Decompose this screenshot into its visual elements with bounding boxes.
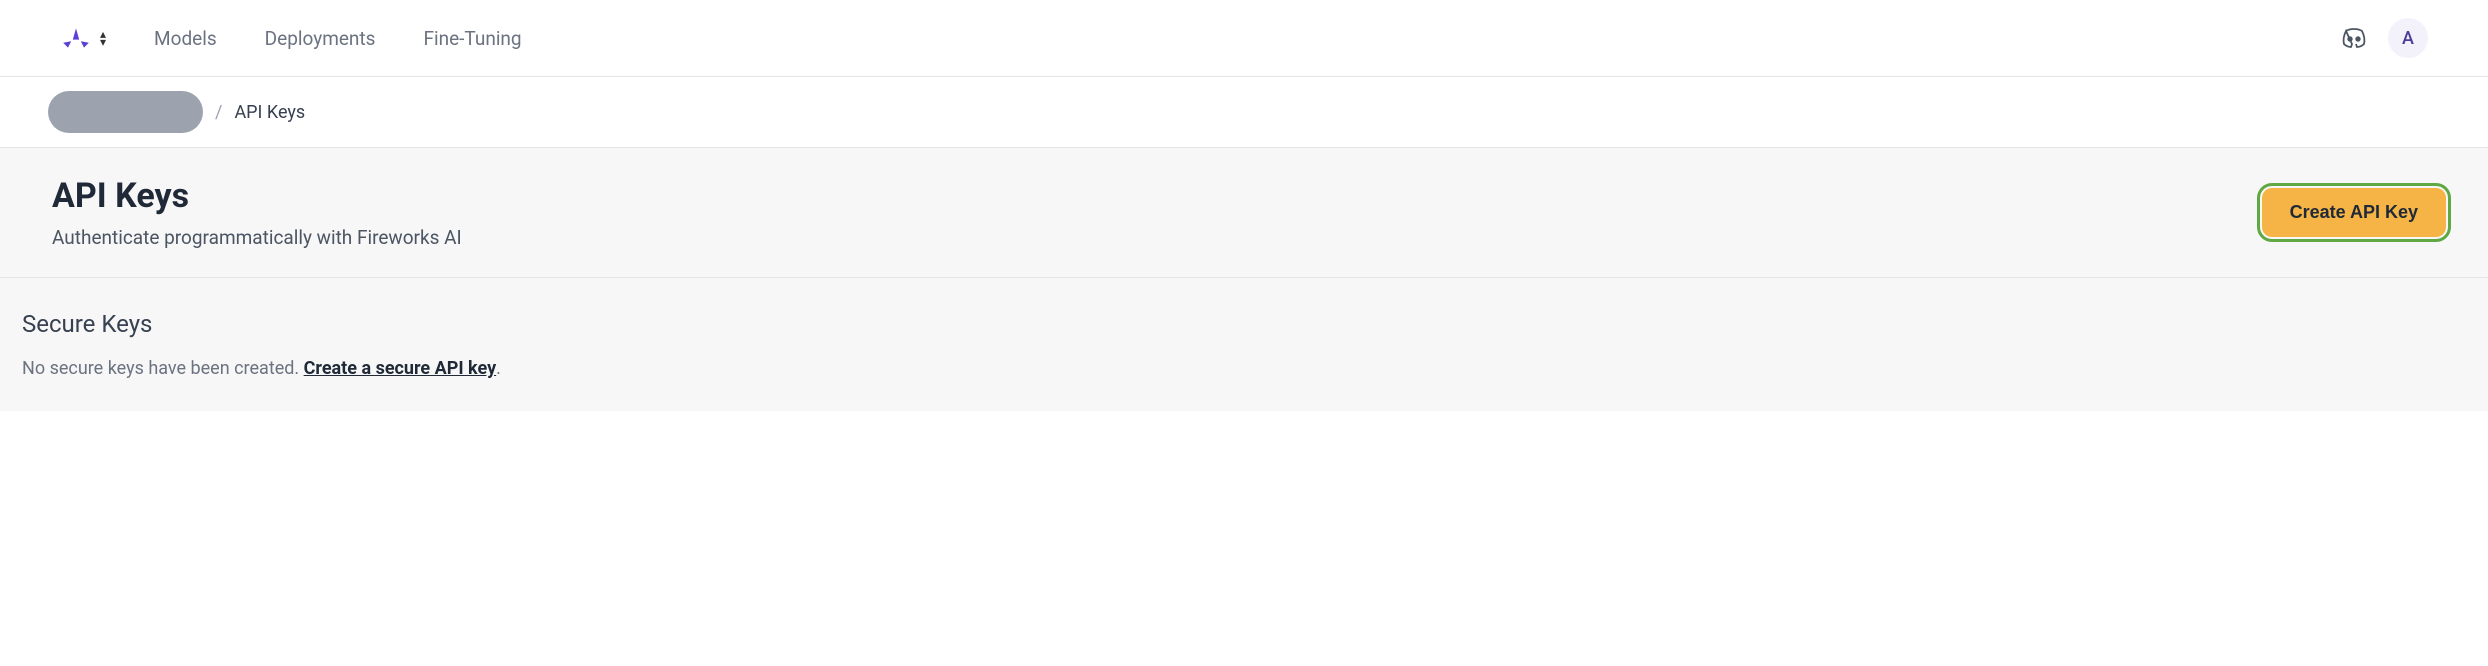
nav-right: A [2340,18,2428,58]
empty-prefix: No secure keys have been created. [22,358,304,379]
breadcrumb: / API Keys [0,77,2488,147]
nav-link-models[interactable]: Models [154,27,217,50]
page-subtitle: Authenticate programmatically with Firew… [52,226,462,249]
page-title: API Keys [52,176,462,216]
breadcrumb-separator: / [215,102,222,123]
secure-keys-empty-text: No secure keys have been created. Create… [22,358,2466,379]
avatar[interactable]: A [2388,18,2428,58]
breadcrumb-account-redacted[interactable] [48,91,203,133]
chevron-updown-icon: ▴▾ [100,30,106,47]
breadcrumb-current: API Keys [234,102,305,123]
discord-icon [2340,27,2368,49]
top-nav: ▴▾ Models Deployments Fine-Tuning A [0,0,2488,77]
main-section: API Keys Authenticate programmatically w… [0,147,2488,411]
discord-link[interactable] [2340,27,2368,49]
empty-period: . [496,358,501,379]
create-secure-api-key-link[interactable]: Create a secure API key [304,358,497,379]
create-api-key-button[interactable]: Create API Key [2262,188,2446,237]
logo-dropdown[interactable]: ▴▾ [60,26,106,50]
page-header: API Keys Authenticate programmatically w… [0,148,2488,278]
secure-keys-section: Secure Keys No secure keys have been cre… [0,278,2488,411]
nav-link-deployments[interactable]: Deployments [265,27,376,50]
nav-link-fine-tuning[interactable]: Fine-Tuning [423,27,521,50]
nav-left: ▴▾ Models Deployments Fine-Tuning [60,26,522,50]
secure-keys-heading: Secure Keys [22,310,2466,338]
title-block: API Keys Authenticate programmatically w… [52,176,462,249]
fireworks-logo-icon [60,26,92,50]
